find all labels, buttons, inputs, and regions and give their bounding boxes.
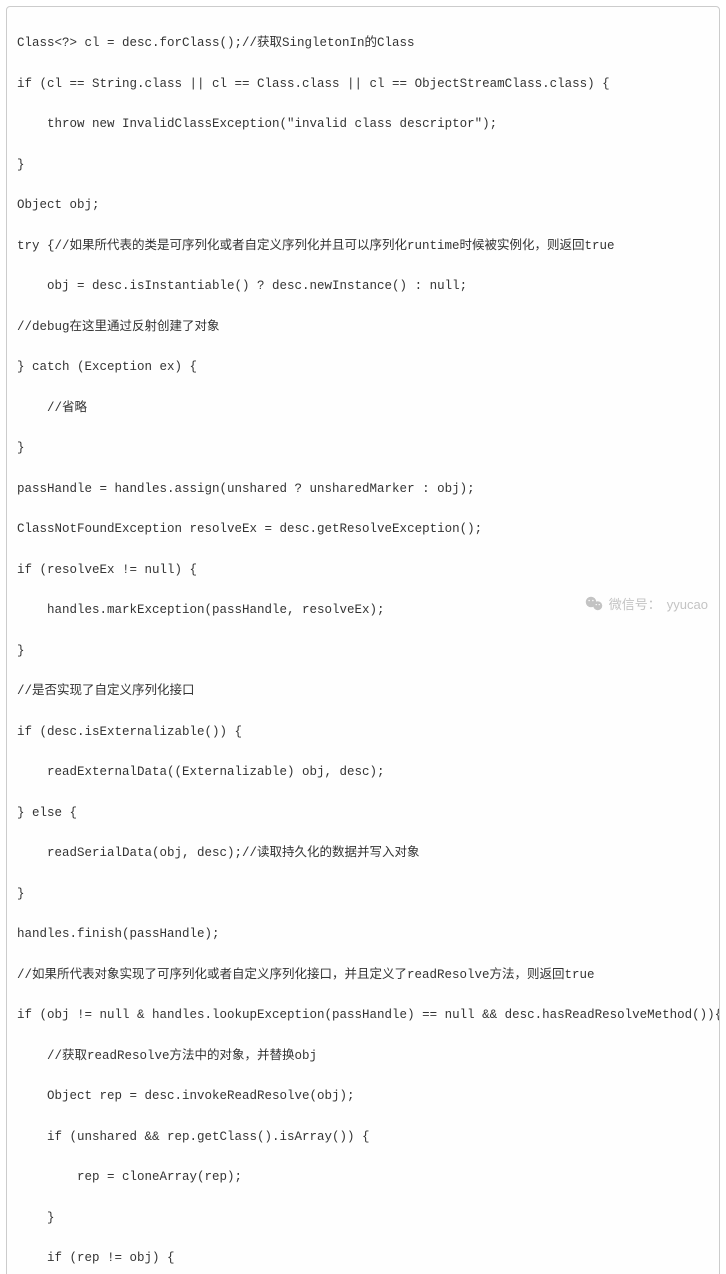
code-line: }: [17, 1208, 709, 1228]
code-line: handles.finish(passHandle);: [17, 924, 709, 944]
code-line: handles.markException(passHandle, resolv…: [17, 600, 709, 620]
code-line: } catch (Exception ex) {: [17, 357, 709, 377]
code-line: } else {: [17, 803, 709, 823]
code-line: if (desc.isExternalizable()) {: [17, 722, 709, 742]
code-line: readExternalData((Externalizable) obj, d…: [17, 762, 709, 782]
code-line: passHandle = handles.assign(unshared ? u…: [17, 479, 709, 499]
code-line: }: [17, 884, 709, 904]
code-block: Class<?> cl = desc.forClass();//获取Single…: [6, 6, 720, 1274]
code-line: throw new InvalidClassException("invalid…: [17, 114, 709, 134]
code-line: }: [17, 438, 709, 458]
code-line: if (cl == String.class || cl == Class.cl…: [17, 74, 709, 94]
code-line: rep = cloneArray(rep);: [17, 1167, 709, 1187]
code-line: if (rep != obj) {: [17, 1248, 709, 1268]
code-line: if (obj != null & handles.lookupExceptio…: [17, 1005, 709, 1025]
code-line: //是否实现了自定义序列化接口: [17, 681, 709, 701]
code-line: //debug在这里通过反射创建了对象: [17, 317, 709, 337]
code-line: try {//如果所代表的类是可序列化或者自定义序列化并且可以序列化runtim…: [17, 236, 709, 256]
code-line: Object rep = desc.invokeReadResolve(obj)…: [17, 1086, 709, 1106]
code-line: //如果所代表对象实现了可序列化或者自定义序列化接口，并且定义了readReso…: [17, 965, 709, 985]
code-line: //省略: [17, 398, 709, 418]
code-line: ClassNotFoundException resolveEx = desc.…: [17, 519, 709, 539]
code-line: }: [17, 155, 709, 175]
code-line: //获取readResolve方法中的对象，并替换obj: [17, 1046, 709, 1066]
code-line: if (resolveEx != null) {: [17, 560, 709, 580]
code-line: Class<?> cl = desc.forClass();//获取Single…: [17, 33, 709, 53]
code-line: }: [17, 641, 709, 661]
code-line: if (unshared && rep.getClass().isArray()…: [17, 1127, 709, 1147]
code-line: readSerialData(obj, desc);//读取持久化的数据并写入对…: [17, 843, 709, 863]
code-line: Object obj;: [17, 195, 709, 215]
code-line: obj = desc.isInstantiable() ? desc.newIn…: [17, 276, 709, 296]
